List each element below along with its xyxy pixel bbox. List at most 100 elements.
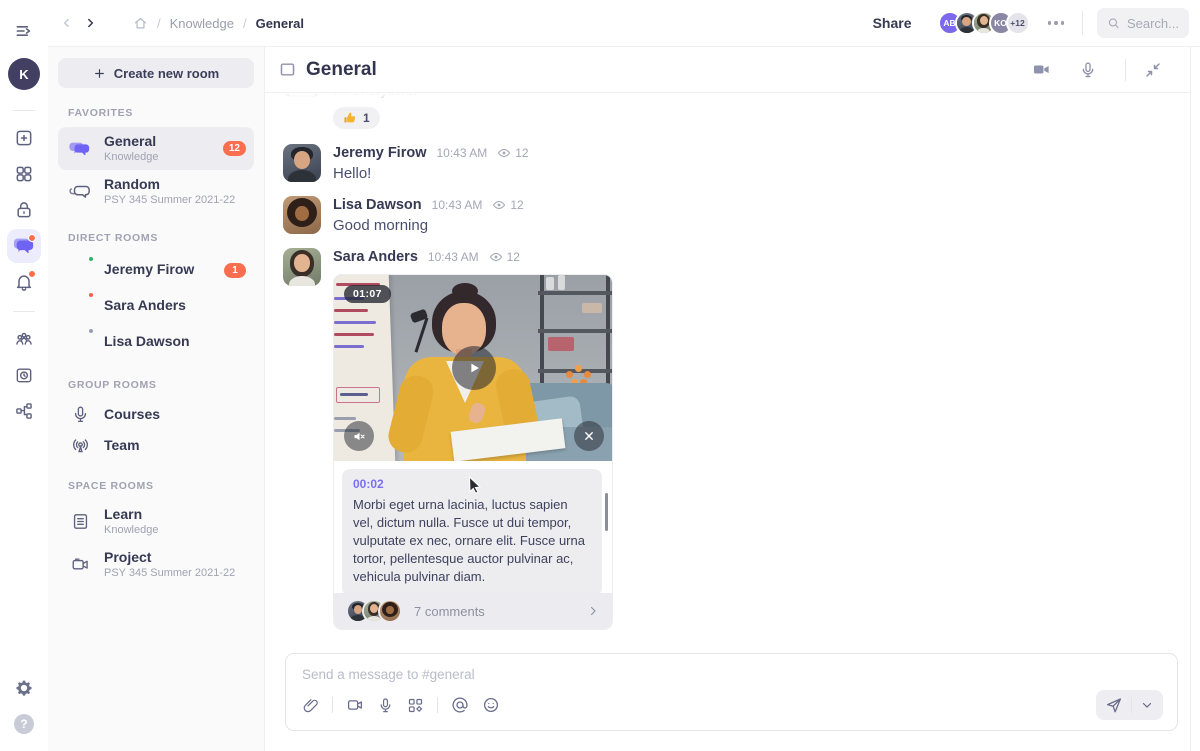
- room-title: Team: [104, 436, 140, 453]
- video-transcript[interactable]: 00:02 Morbi eget urna lacinia, luctus sa…: [334, 461, 612, 629]
- message-author[interactable]: Lisa Dawson: [333, 197, 422, 213]
- add-icon[interactable]: [7, 121, 41, 155]
- record-audio-icon[interactable]: [377, 697, 394, 714]
- eye-icon: [493, 200, 506, 210]
- sidebar-item-lisa-dawson[interactable]: Lisa Dawson: [58, 324, 254, 360]
- help-icon[interactable]: ?: [7, 707, 41, 741]
- section-label-favorites: FAVORITES: [68, 107, 134, 119]
- avatar: [68, 327, 95, 354]
- apps-icon[interactable]: [407, 697, 424, 714]
- apps-grid-icon[interactable]: [7, 157, 41, 191]
- room-subtitle: PSY 345 Summer 2021-22: [104, 567, 236, 579]
- user-avatar[interactable]: K: [8, 58, 40, 90]
- video-thumbnail[interactable]: 01:07: [334, 275, 612, 461]
- status-online-dot: [87, 255, 95, 263]
- breadcrumb: / Knowledge / General: [60, 16, 304, 31]
- home-icon[interactable]: [133, 16, 148, 31]
- message-text: Hi everyone!: [333, 93, 417, 99]
- avatar-overflow[interactable]: +12: [1005, 11, 1030, 35]
- message: Sara Anders 10:43 AM 12 01:07 00:02 Morb…: [283, 248, 1190, 630]
- avatar[interactable]: [283, 196, 321, 234]
- sidebar-item-team[interactable]: Team: [58, 430, 254, 461]
- mention-icon[interactable]: [451, 696, 469, 714]
- microphone-icon: [68, 405, 92, 424]
- share-button[interactable]: Share: [873, 15, 912, 31]
- room-title: Random: [104, 176, 160, 192]
- sidebar-item-learn[interactable]: Learn Knowledge: [58, 500, 254, 543]
- reaction-chip[interactable]: 1: [333, 107, 380, 129]
- divider: [332, 697, 333, 713]
- unread-badge: 12: [222, 141, 246, 156]
- transcript-scrollbar[interactable]: [605, 493, 608, 531]
- transcript-text: Morbi eget urna lacinia, luctus sapien v…: [353, 497, 585, 584]
- close-video-button[interactable]: [574, 421, 604, 451]
- section-label-group: GROUP ROOMS: [68, 379, 157, 391]
- chat-panel: General 1 Jeremy Firow 10:43 AM 12 Hello…: [265, 47, 1190, 751]
- search-input[interactable]: Search...: [1097, 8, 1189, 38]
- mute-button[interactable]: [344, 421, 374, 451]
- settings-icon[interactable]: [7, 671, 41, 705]
- integrations-icon[interactable]: [7, 394, 41, 428]
- status-away-dot: [87, 327, 95, 335]
- forward-icon[interactable]: [83, 16, 97, 30]
- transcript-timestamp[interactable]: 00:02: [353, 477, 591, 491]
- people-icon[interactable]: [7, 322, 41, 356]
- sidebar-item-project[interactable]: Project PSY 345 Summer 2021-22: [58, 543, 254, 586]
- sidebar-item-courses[interactable]: Courses: [58, 399, 254, 430]
- room-title: Courses: [104, 405, 161, 422]
- record-video-icon[interactable]: [346, 696, 364, 714]
- message-composer[interactable]: Send a message to #general: [285, 653, 1178, 731]
- chats-icon[interactable]: [7, 229, 41, 263]
- breadcrumb-separator: /: [242, 15, 247, 31]
- sidebar-item-general[interactable]: General Knowledge 12: [58, 127, 254, 170]
- document-icon: [68, 512, 92, 531]
- person-name: Lisa Dawson: [104, 333, 190, 349]
- start-audio-call-icon[interactable]: [1079, 61, 1097, 79]
- recordings-icon[interactable]: [7, 358, 41, 392]
- emoji-icon[interactable]: [482, 696, 500, 714]
- minimize-icon[interactable]: [1144, 61, 1162, 79]
- lock-icon[interactable]: [7, 193, 41, 227]
- play-icon: [471, 363, 479, 373]
- more-options-icon[interactable]: [1047, 21, 1064, 25]
- scrollbar-gutter[interactable]: [1190, 47, 1200, 751]
- avatar[interactable]: [283, 248, 321, 286]
- top-bar: / Knowledge / General Share AB KO +12 Se…: [48, 0, 1200, 47]
- sidebar-item-jeremy-firow[interactable]: Jeremy Firow 1: [58, 252, 254, 288]
- sidebar-item-sara-anders[interactable]: Sara Anders: [58, 288, 254, 324]
- unread-dot: [28, 234, 36, 242]
- composer-placeholder[interactable]: Send a message to #general: [302, 667, 1163, 682]
- message-author[interactable]: Jeremy Firow: [333, 145, 427, 161]
- send-icon[interactable]: [1105, 696, 1123, 714]
- attach-file-icon[interactable]: [302, 697, 319, 714]
- back-icon[interactable]: [60, 16, 74, 30]
- avatar[interactable]: [283, 144, 321, 182]
- breadcrumb-section[interactable]: Knowledge: [170, 16, 234, 31]
- comments-bar[interactable]: 7 comments: [334, 593, 612, 629]
- message-author[interactable]: Sara Anders: [333, 249, 418, 265]
- plus-icon: [94, 68, 104, 78]
- divider: [1131, 697, 1132, 713]
- message-list[interactable]: Hi everyone! 1 Jeremy Firow 10:43: [265, 93, 1190, 653]
- breadcrumb-separator: /: [157, 15, 161, 31]
- send-options-chevron-icon[interactable]: [1140, 698, 1154, 712]
- avatar: [68, 255, 95, 282]
- member-avatars[interactable]: AB KO +12: [937, 11, 1030, 35]
- collapse-sidebar-icon[interactable]: [7, 14, 41, 48]
- chevron-right-icon[interactable]: [586, 604, 600, 618]
- eye-icon: [489, 252, 502, 262]
- video-camera-icon: [68, 555, 92, 574]
- room-subtitle: Knowledge: [104, 524, 159, 536]
- eye-icon: [498, 148, 511, 158]
- message-time: 10:43 AM: [436, 146, 488, 160]
- create-new-room-button[interactable]: Create new room: [58, 58, 254, 88]
- notifications-icon[interactable]: [7, 265, 41, 299]
- play-button[interactable]: [452, 346, 496, 390]
- room-subtitle: PSY 345 Summer 2021-22: [104, 194, 236, 206]
- transcript-entry[interactable]: 00:02 Morbi eget urna lacinia, luctus sa…: [342, 469, 602, 596]
- start-video-call-icon[interactable]: [1032, 60, 1051, 79]
- message: Jeremy Firow 10:43 AM 12 Hello!: [283, 144, 1190, 182]
- divider: [1082, 11, 1083, 35]
- video-duration-badge: 01:07: [344, 285, 391, 303]
- sidebar-item-random[interactable]: Random PSY 345 Summer 2021-22: [58, 170, 254, 213]
